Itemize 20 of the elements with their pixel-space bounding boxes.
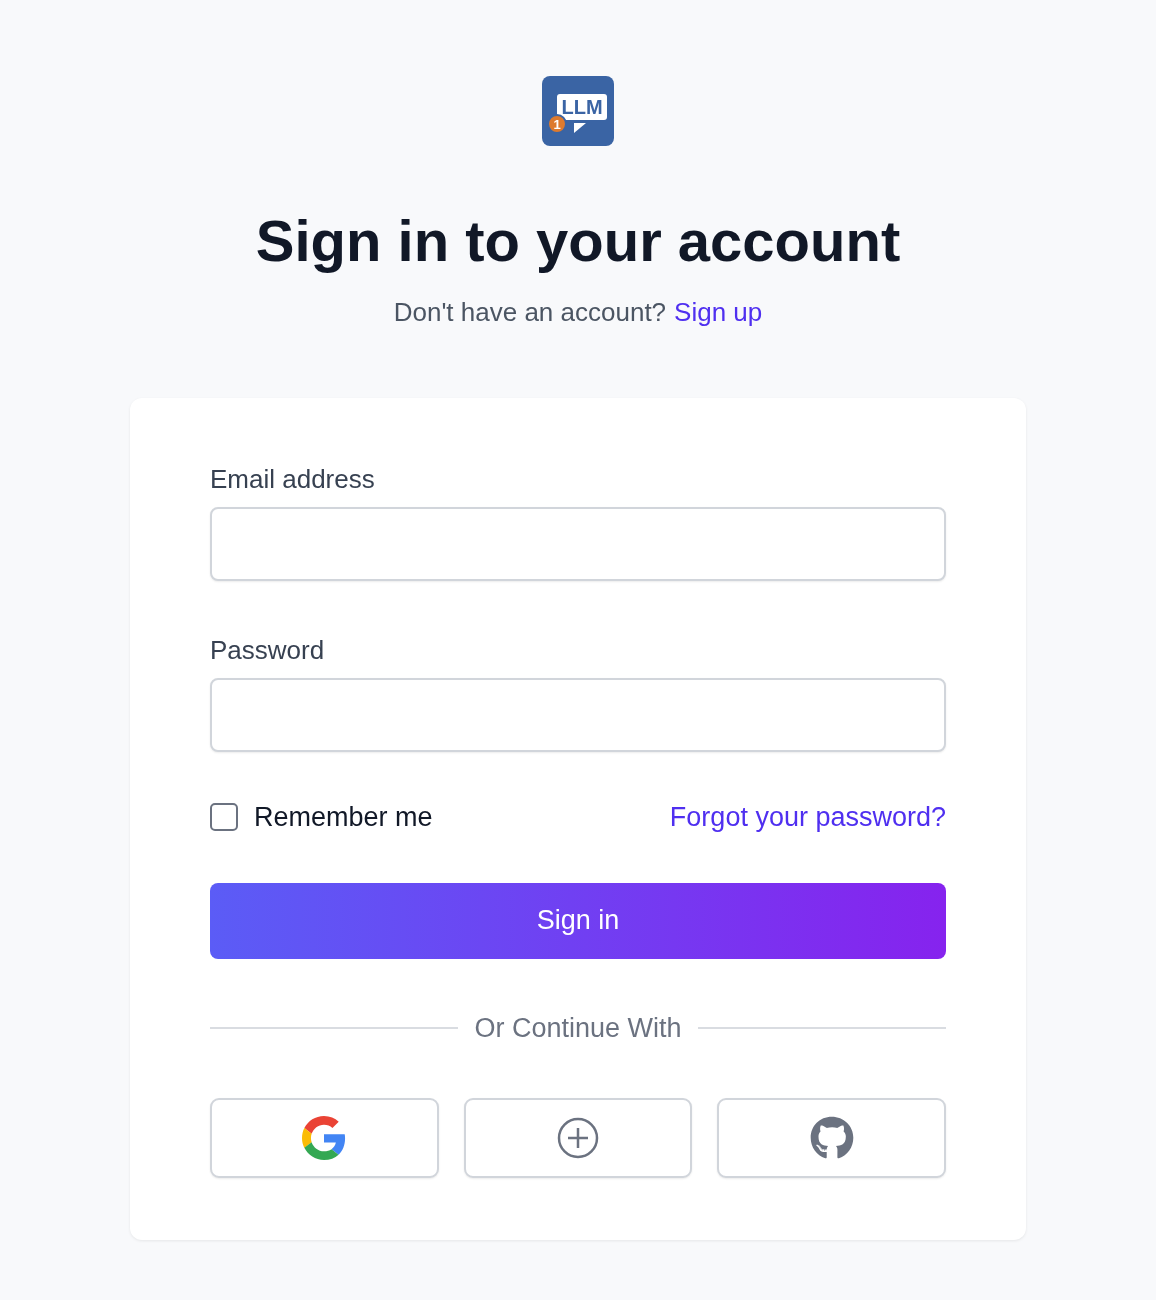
forgot-password-link[interactable]: Forgot your password? bbox=[669, 801, 946, 833]
text-field[interactable] bbox=[210, 677, 946, 752]
field-label: Password bbox=[210, 634, 326, 666]
page-title: Sign in to your account bbox=[255, 208, 901, 275]
social-login-button[interactable] bbox=[717, 1097, 946, 1178]
remember-checkbox[interactable] bbox=[210, 803, 238, 832]
social-login-button[interactable] bbox=[210, 1097, 439, 1178]
google-icon bbox=[302, 1115, 347, 1160]
signup-prompt: Don't have an account? bbox=[393, 296, 667, 328]
logo-text: LLM bbox=[557, 94, 607, 120]
sign-in-button[interactable]: Sign in bbox=[210, 882, 946, 959]
github-icon bbox=[809, 1115, 854, 1160]
field-label: Email address bbox=[210, 463, 376, 495]
signup-link[interactable]: Sign up bbox=[674, 296, 763, 328]
text-field[interactable] bbox=[210, 506, 946, 581]
remember-label: Remember me bbox=[254, 801, 433, 833]
bubble-tail-icon bbox=[574, 123, 586, 133]
plus-circle-icon bbox=[557, 1116, 599, 1159]
logo-badge: 1 bbox=[547, 114, 567, 134]
divider-text: Or Continue With bbox=[474, 1012, 682, 1044]
